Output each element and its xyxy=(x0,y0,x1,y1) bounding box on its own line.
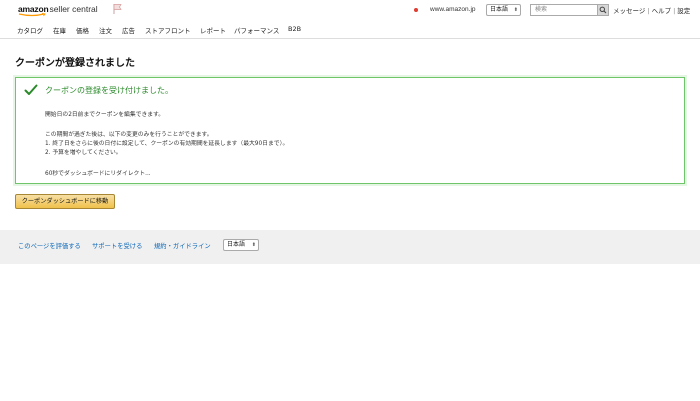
nav-item-advertising[interactable]: 広告 xyxy=(122,25,135,35)
select-arrows-icon: ⬍ xyxy=(513,7,518,13)
japan-flag-dot-icon xyxy=(414,8,418,12)
alert-option-extend: 1. 終了日をさらに後の日付に設定して、クーポンの有効期間を延長します（最大90… xyxy=(45,141,289,147)
divider: | xyxy=(673,7,676,15)
coupon-dashboard-button[interactable]: クーポンダッシュボードに移動 xyxy=(15,194,115,209)
alert-redirect-notice: 60秒でダッシュボードにリダイレクト... xyxy=(45,171,151,177)
nav-item-b2b[interactable]: B2B xyxy=(288,25,301,33)
get-support-link[interactable]: サポートを受ける xyxy=(92,241,142,250)
language-select[interactable]: 日本語 ⬍ xyxy=(486,4,521,16)
help-link[interactable]: ヘルプ xyxy=(652,5,672,15)
nav-item-catalog[interactable]: カタログ xyxy=(17,25,43,35)
nav-item-storefront[interactable]: ストアフロント xyxy=(145,25,191,35)
settings-link[interactable]: 設定 xyxy=(677,5,690,15)
alert-restriction-note: この期間が過ぎた後は、以下の変更のみを行うことができます。 xyxy=(45,132,213,138)
search-icon xyxy=(599,6,607,14)
messages-link[interactable]: メッセージ xyxy=(613,5,645,15)
nav-item-inventory[interactable]: 在庫 xyxy=(53,25,66,35)
top-links: メッセージ | ヘルプ | 設定 xyxy=(613,5,690,15)
divider: | xyxy=(647,7,650,15)
select-arrows-icon: ⬍ xyxy=(251,242,256,248)
rate-page-link[interactable]: このページを評価する xyxy=(18,241,81,250)
alert-edit-deadline: 開始日の2日前までクーポンを編集できます。 xyxy=(45,112,165,118)
nav-item-performance[interactable]: パフォーマンス xyxy=(234,25,279,35)
nav-item-reports[interactable]: レポート xyxy=(200,25,226,35)
main-nav: カタログ 在庫 価格 注文 広告 ストアフロント レポート パフォーマンス B2… xyxy=(0,19,700,39)
alert-option-budget: 2. 予算を増やしてください。 xyxy=(45,150,122,156)
footer-language-select[interactable]: 日本語 ⬍ xyxy=(223,239,259,251)
terms-guidelines-link[interactable]: 規約・ガイドライン xyxy=(154,241,211,250)
success-alert: クーポンの登録を受け付けました。 開始日の2日前までクーポンを編集できます。 こ… xyxy=(15,77,685,184)
nav-item-orders[interactable]: 注文 xyxy=(99,25,112,35)
top-bar: amazonseller central www.amazon.jp 日本語 ⬍… xyxy=(0,0,700,19)
logo-product: seller central xyxy=(49,4,98,14)
amazon-smile-icon xyxy=(18,13,46,17)
footer: このページを評価する サポートを受ける 規約・ガイドライン 日本語 ⬍ xyxy=(0,230,700,264)
language-select-value: 日本語 xyxy=(490,6,509,13)
footer-language-value: 日本語 xyxy=(227,241,246,248)
search-button[interactable] xyxy=(597,4,609,16)
alert-heading: クーポンの登録を受け付けました。 xyxy=(45,86,173,95)
nav-item-pricing[interactable]: 価格 xyxy=(76,25,89,35)
flag-icon[interactable] xyxy=(112,3,124,15)
search-input[interactable]: 検索 xyxy=(530,4,598,16)
marketplace-label[interactable]: www.amazon.jp xyxy=(430,6,476,13)
page-title: クーポンが登録されました xyxy=(15,58,135,69)
checkmark-icon xyxy=(24,84,38,95)
